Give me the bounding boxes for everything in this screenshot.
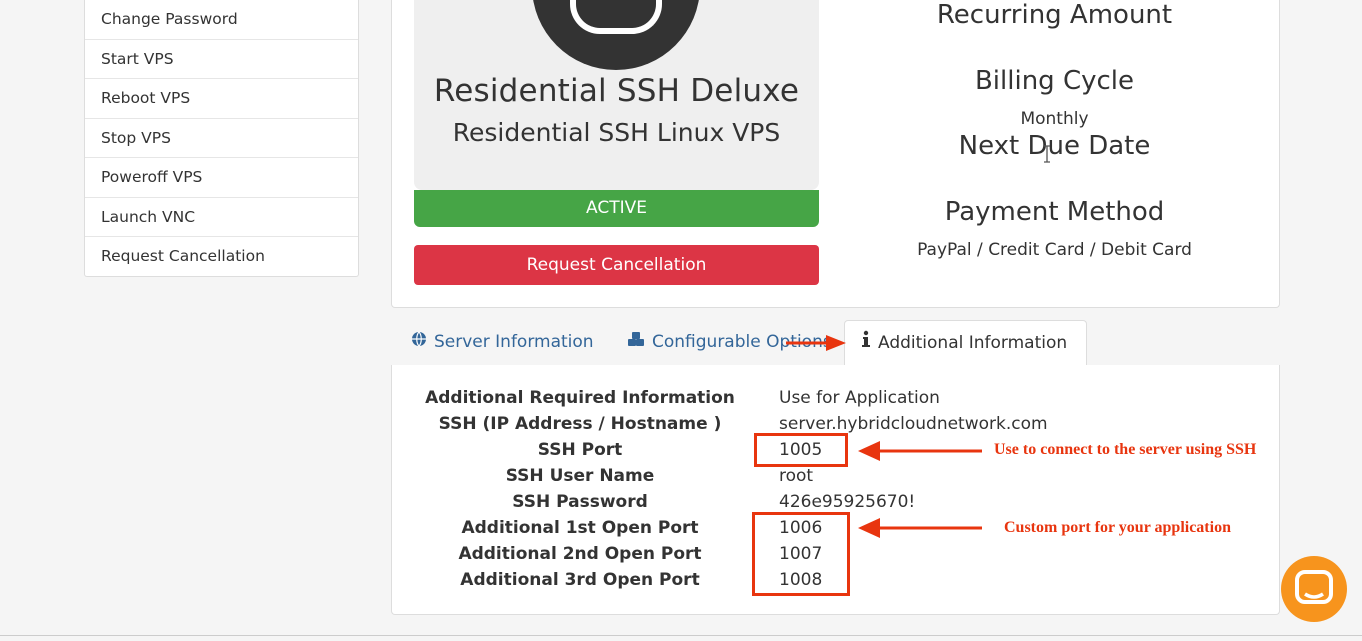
info-label: Additional 1st Open Port — [461, 518, 699, 538]
info-label: SSH Port — [537, 440, 623, 460]
recurring-amount-label: Recurring Amount — [936, 0, 1173, 30]
chat-bubble-icon — [1295, 570, 1333, 604]
payment-method-label: Payment Method — [944, 197, 1165, 227]
globe-icon — [411, 320, 427, 364]
cubes-icon — [627, 320, 645, 364]
sidebar-menu: Change Password Start VPS Reboot VPS Sto… — [84, 0, 359, 277]
product-overview-panel: Residential SSH Deluxe Residential SSH L… — [391, 0, 1280, 308]
sidebar-item-reboot-vps[interactable]: Reboot VPS — [85, 79, 358, 119]
sidebar-item-change-password[interactable]: Change Password — [85, 0, 358, 40]
chat-button[interactable] — [1281, 556, 1347, 622]
info-row: Additional Required Information Use for … — [392, 388, 1279, 414]
sidebar-item-poweroff-vps[interactable]: Poweroff VPS — [85, 158, 358, 198]
info-label: Additional Required Information — [425, 388, 735, 408]
sidebar-item-request-cancellation[interactable]: Request Cancellation — [85, 237, 358, 276]
info-value: root — [779, 466, 814, 486]
ssh-arrow-icon — [858, 441, 982, 461]
payment-method-value: PayPal / Credit Card / Debit Card — [917, 240, 1192, 260]
info-icon — [861, 321, 871, 365]
request-cancellation-button[interactable]: Request Cancellation — [414, 245, 819, 285]
ssh-annotation-note: Use to connect to the server using SSH — [994, 441, 1257, 458]
info-value: Use for Application — [779, 388, 940, 408]
tab-label: Server Information — [434, 332, 594, 352]
info-label: SSH User Name — [505, 466, 655, 486]
billing-cycle-value: Monthly — [1020, 109, 1089, 129]
product-name: Residential SSH Deluxe — [433, 73, 800, 109]
info-label: Additional 3rd Open Port — [460, 570, 700, 590]
info-label: Additional 2nd Open Port — [458, 544, 702, 564]
ports-arrow-icon — [858, 518, 982, 538]
tab-arrow-icon — [786, 335, 846, 351]
status-badge: ACTIVE — [414, 190, 819, 227]
sidebar-item-launch-vnc[interactable]: Launch VNC — [85, 198, 358, 237]
info-value: server.hybridcloudnetwork.com — [779, 414, 1048, 434]
billing-cycle-label: Billing Cycle — [974, 66, 1135, 96]
sidebar-item-stop-vps[interactable]: Stop VPS — [85, 119, 358, 158]
tab-label: Additional Information — [878, 333, 1068, 353]
ssh-port-highlight-box — [754, 433, 848, 467]
tab-additional-information[interactable]: Additional Information — [844, 320, 1087, 366]
tab-server-information[interactable]: Server Information — [411, 320, 594, 366]
info-label: SSH (IP Address / Hostname ) — [438, 414, 722, 434]
info-value: 426e95925670! — [779, 492, 916, 512]
open-ports-highlight-box — [752, 512, 850, 596]
product-group: Residential SSH Linux VPS — [452, 118, 781, 147]
ports-annotation-note: Custom port for your application — [1004, 519, 1231, 536]
hdd-icon — [532, 0, 700, 70]
info-row: SSH User Name root — [392, 466, 1279, 492]
product-card: Residential SSH Deluxe Residential SSH L… — [414, 0, 819, 190]
sidebar-item-start-vps[interactable]: Start VPS — [85, 40, 358, 79]
text-cursor-icon — [1044, 145, 1050, 163]
info-label: SSH Password — [512, 492, 648, 512]
next-due-date-label: Next Due Date — [958, 131, 1151, 161]
footer-divider — [0, 635, 1362, 636]
